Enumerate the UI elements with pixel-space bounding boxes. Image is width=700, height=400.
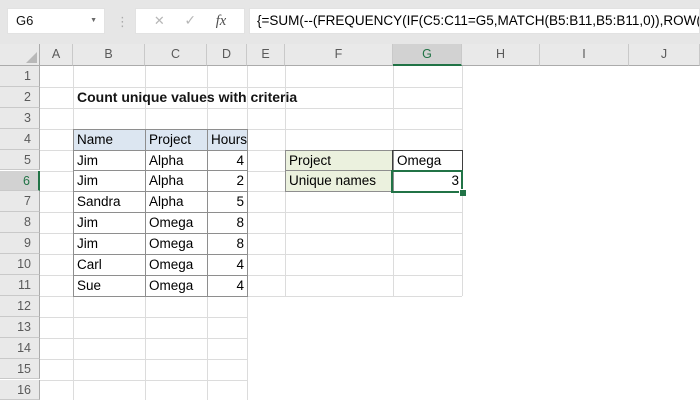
cell-B2-title[interactable]: Count unique values with criteria <box>77 87 297 108</box>
cell-C8[interactable]: Omega <box>146 213 208 234</box>
insert-function-icon[interactable]: fx <box>216 13 226 30</box>
row-header-3[interactable]: 3 <box>0 108 40 129</box>
row-header-2[interactable]: 2 <box>0 87 40 108</box>
gridline <box>40 380 247 381</box>
cell-D7[interactable]: 5 <box>208 192 248 213</box>
formula-input[interactable]: {=SUM(--(FREQUENCY(IF(C5:C11=G5,MATCH(B5… <box>249 8 700 34</box>
table-row: SueOmega4 <box>74 276 248 297</box>
cell-C11[interactable]: Omega <box>146 276 208 297</box>
column-header-I[interactable]: I <box>540 44 629 66</box>
cell-C7[interactable]: Alpha <box>146 192 208 213</box>
column-header-B[interactable]: B <box>73 44 145 66</box>
name-box-value: G6 <box>16 9 33 33</box>
cell-B8[interactable]: Jim <box>74 213 146 234</box>
cell-C9[interactable]: Omega <box>146 234 208 255</box>
cancel-icon[interactable]: ✕ <box>154 14 165 29</box>
gridline <box>40 317 247 318</box>
cell-B9[interactable]: Jim <box>74 234 146 255</box>
row-header-15[interactable]: 15 <box>0 359 40 380</box>
spreadsheet-grid: ABCDEFGHIJ12345678910111213141516Count u… <box>0 44 700 400</box>
cell-C6[interactable]: Alpha <box>146 171 208 192</box>
cell-G5[interactable]: Omega <box>394 151 463 172</box>
fill-handle[interactable] <box>459 189 466 196</box>
table-header-row: NameProjectHours <box>74 130 248 151</box>
row-header-1[interactable]: 1 <box>0 66 40 87</box>
column-header-H[interactable]: H <box>462 44 540 66</box>
row-header-4[interactable]: 4 <box>0 129 40 150</box>
cell-F5[interactable]: Project <box>286 151 394 172</box>
cell-B7[interactable]: Sandra <box>74 192 146 213</box>
cell-B10[interactable]: Carl <box>74 255 146 276</box>
cell-D9[interactable]: 8 <box>208 234 248 255</box>
select-all-button[interactable] <box>0 44 40 66</box>
cell-C5[interactable]: Alpha <box>146 151 208 172</box>
cell-D4[interactable]: Hours <box>208 130 248 151</box>
cell-C4[interactable]: Project <box>146 130 208 151</box>
cell-C10[interactable]: Omega <box>146 255 208 276</box>
cell-B11[interactable]: Sue <box>74 276 146 297</box>
cell-B5[interactable]: Jim <box>74 151 146 172</box>
cell-D8[interactable]: 8 <box>208 213 248 234</box>
name-box[interactable]: G6 ▼ <box>7 8 105 34</box>
row-header-6[interactable]: 6 <box>0 171 40 192</box>
table-row: JimOmega8 <box>74 213 248 234</box>
cell-D5[interactable]: 4 <box>208 151 248 172</box>
column-header-A[interactable]: A <box>40 44 73 66</box>
cell-D11[interactable]: 4 <box>208 276 248 297</box>
formula-bar: G6 ▼ ⋮ ✕ ✓ fx {=SUM(--(FREQUENCY(IF(C5:C… <box>0 0 700 44</box>
row-header-11[interactable]: 11 <box>0 275 40 296</box>
table-row: JimOmega8 <box>74 234 248 255</box>
row-header-14[interactable]: 14 <box>0 338 40 359</box>
table-row: JimAlpha4 <box>74 151 248 172</box>
row-header-8[interactable]: 8 <box>0 212 40 233</box>
table-row: ProjectOmega <box>286 151 463 172</box>
row-header-9[interactable]: 9 <box>0 233 40 254</box>
grip-dots-icon: ⋮ <box>116 14 129 30</box>
cell-D6[interactable]: 2 <box>208 171 248 192</box>
table-row: Unique names3 <box>286 171 463 192</box>
cell-F6[interactable]: Unique names <box>286 171 394 192</box>
column-header-F[interactable]: F <box>285 44 393 66</box>
column-header-C[interactable]: C <box>145 44 207 66</box>
column-header-D[interactable]: D <box>207 44 247 66</box>
row-header-16[interactable]: 16 <box>0 380 40 400</box>
row-header-7[interactable]: 7 <box>0 191 40 212</box>
formula-buttons: ✕ ✓ fx <box>135 8 245 34</box>
column-header-G[interactable]: G <box>393 44 462 66</box>
gridline <box>40 359 247 360</box>
gridline <box>40 108 462 109</box>
table-row: CarlOmega4 <box>74 255 248 276</box>
enter-icon[interactable]: ✓ <box>184 13 196 29</box>
chevron-down-icon[interactable]: ▼ <box>90 17 97 24</box>
row-header-10[interactable]: 10 <box>0 254 40 275</box>
table-row: SandraAlpha5 <box>74 192 248 213</box>
table-row: JimAlpha2 <box>74 171 248 192</box>
excel-window: G6 ▼ ⋮ ✕ ✓ fx {=SUM(--(FREQUENCY(IF(C5:C… <box>0 0 700 400</box>
criteria-table: ProjectOmegaUnique names3 <box>285 150 463 193</box>
select-all-triangle-icon <box>26 52 37 63</box>
cell-D10[interactable]: 4 <box>208 255 248 276</box>
cell-G6[interactable]: 3 <box>394 171 463 192</box>
row-header-13[interactable]: 13 <box>0 317 40 338</box>
cell-B4[interactable]: Name <box>74 130 146 151</box>
row-header-5[interactable]: 5 <box>0 150 40 171</box>
column-header-J[interactable]: J <box>629 44 700 66</box>
gridline <box>40 338 247 339</box>
column-header-E[interactable]: E <box>247 44 285 66</box>
main-table: NameProjectHoursJimAlpha4JimAlpha2Sandra… <box>73 129 248 297</box>
row-header-12[interactable]: 12 <box>0 296 40 317</box>
cell-B6[interactable]: Jim <box>74 171 146 192</box>
